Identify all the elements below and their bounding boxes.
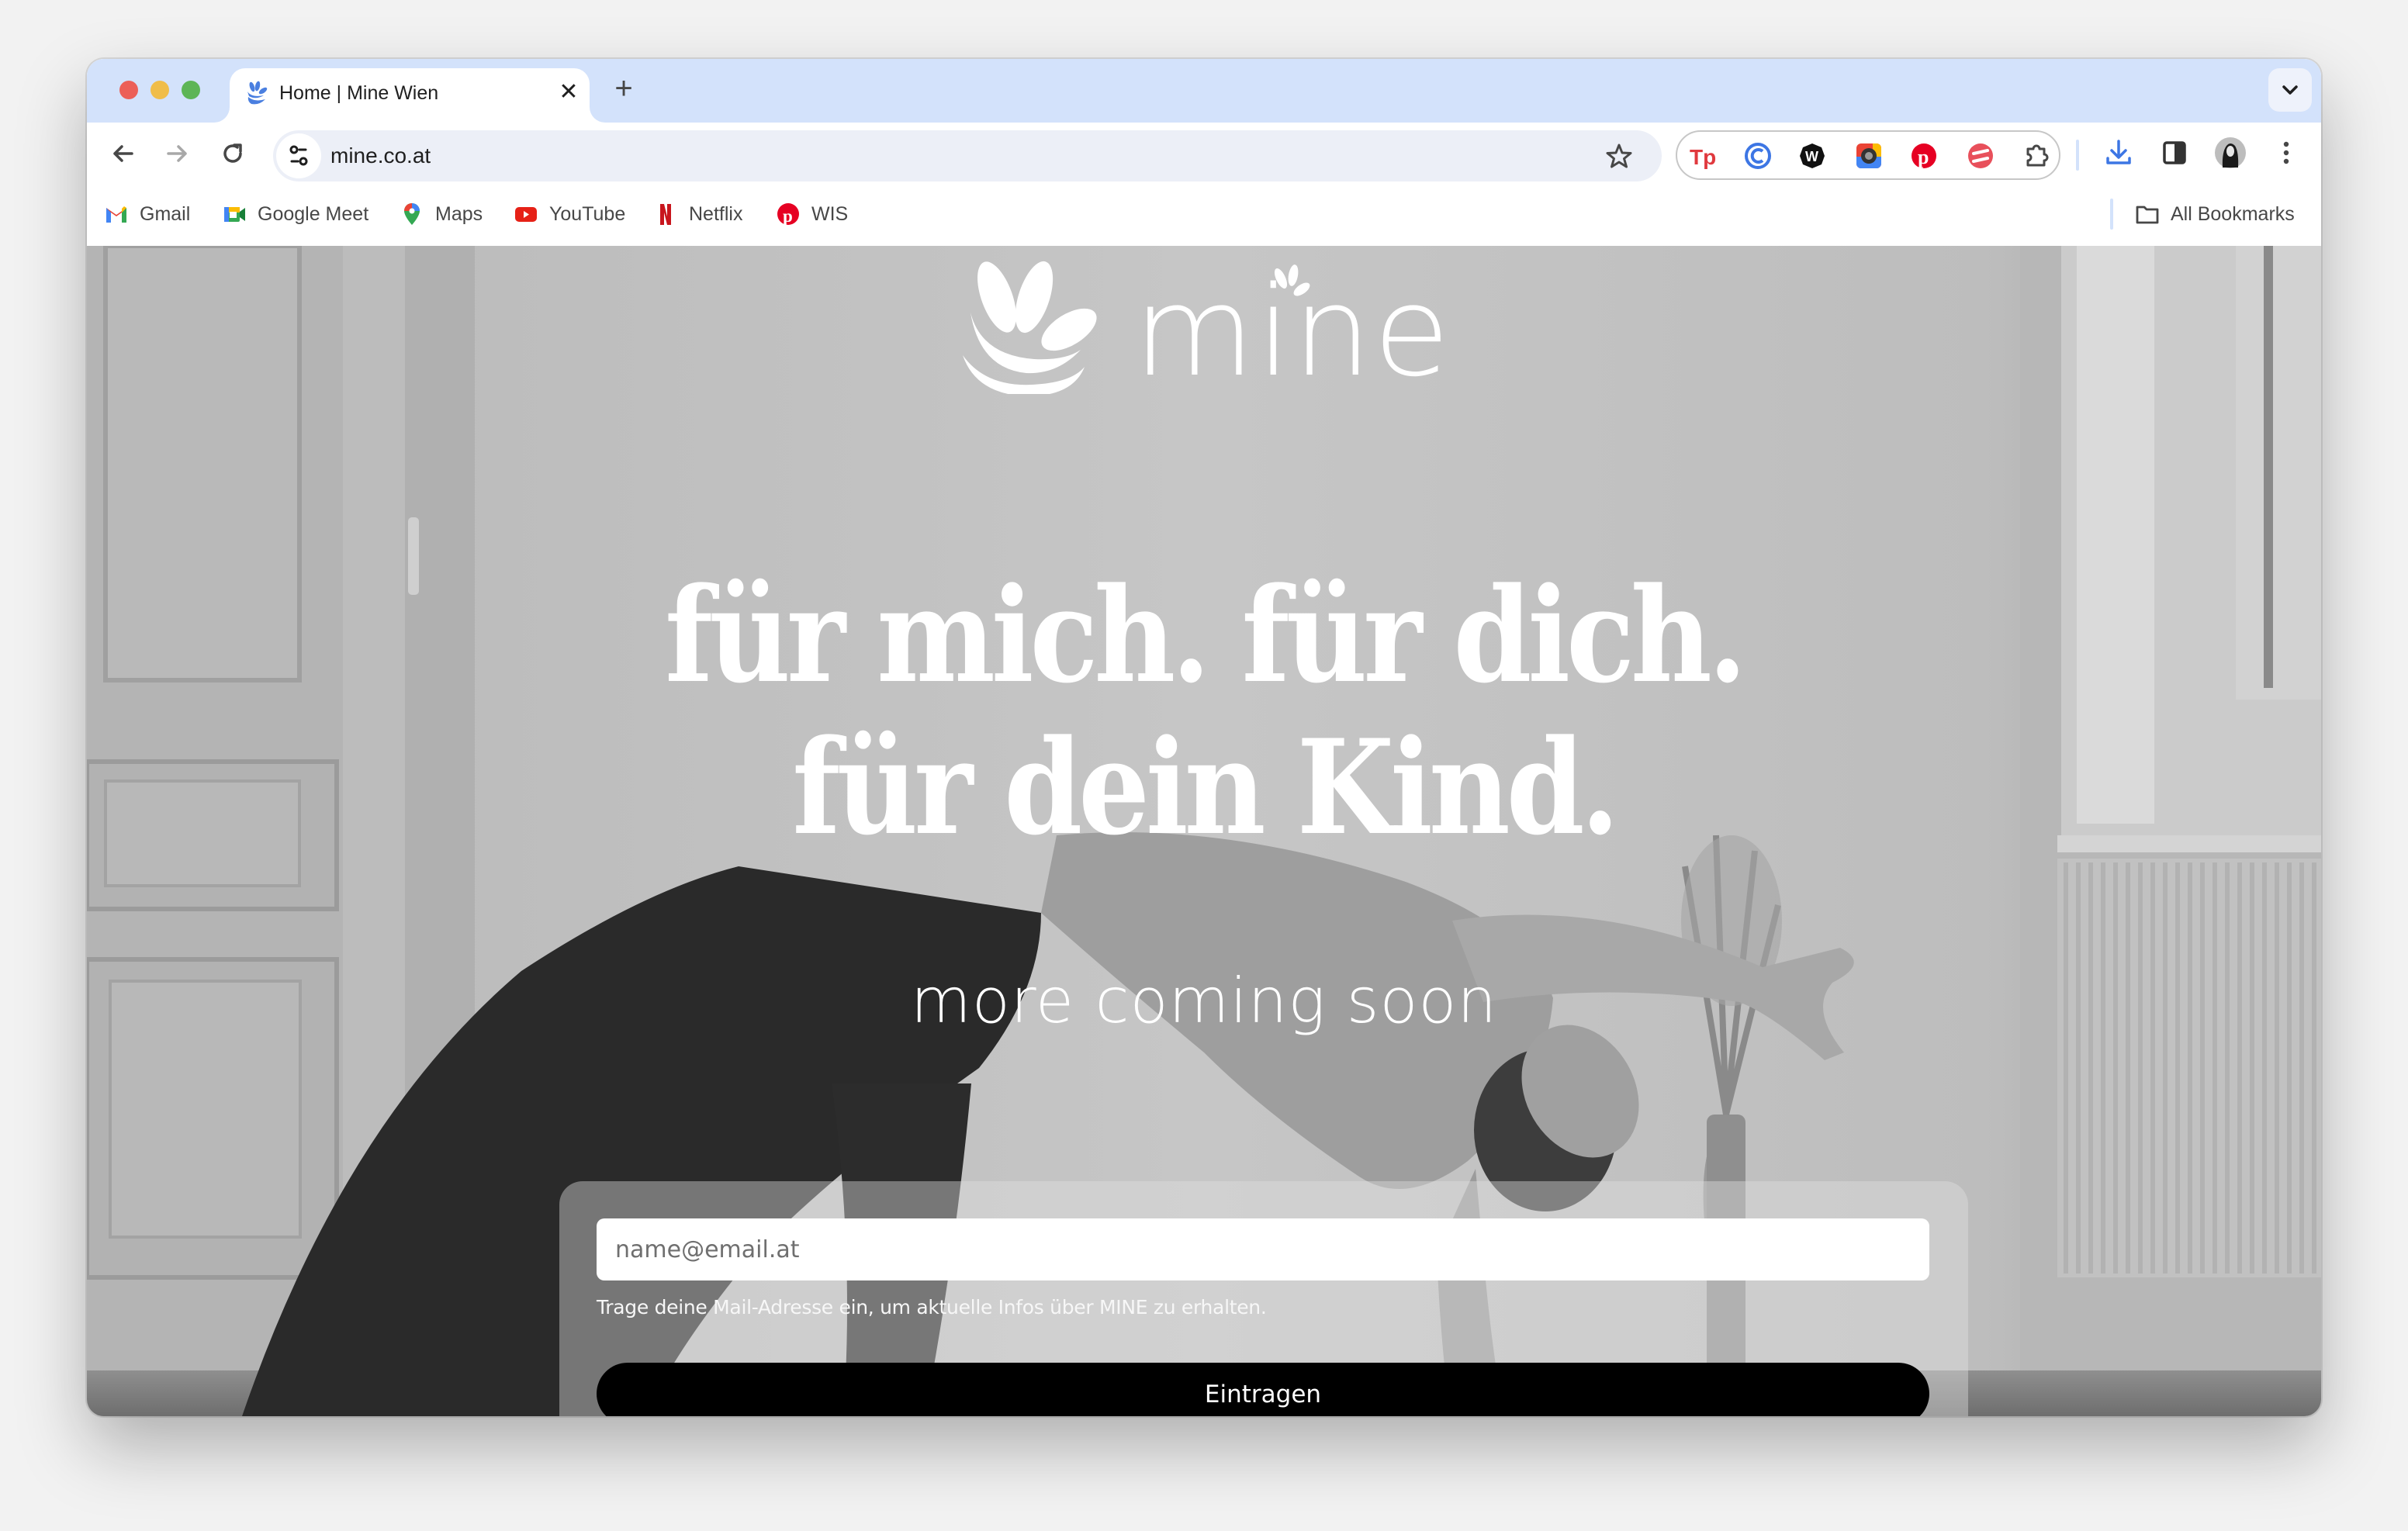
radiator-fin	[2237, 862, 2242, 1274]
radiator-fin	[2287, 862, 2292, 1274]
profile-avatar[interactable]	[2214, 137, 2247, 169]
w-extension-icon[interactable]: W	[1797, 141, 1827, 171]
toolbar: mine.co.at Tp W p	[87, 123, 2321, 183]
google-meet-icon	[224, 207, 245, 222]
radiator-fin	[2126, 862, 2130, 1274]
bookmark-youtube[interactable]: YouTube	[514, 199, 625, 230]
bookmark-wis[interactable]: p WIS	[776, 199, 848, 230]
svg-text:p: p	[783, 206, 793, 226]
all-bookmarks-button[interactable]: All Bookmarks	[2135, 199, 2295, 230]
bookmark-maps[interactable]: Maps	[400, 199, 483, 230]
svg-text:Tp: Tp	[1690, 145, 1716, 169]
pinterest-icon: p	[777, 203, 799, 226]
bookmark-netflix[interactable]: Netflix	[653, 199, 742, 230]
email-input[interactable]	[597, 1218, 1929, 1280]
folder-icon	[2136, 206, 2159, 224]
bookmarks-bar: Gmail Google Meet Maps YouTube Netflix p…	[87, 183, 2321, 247]
close-icon[interactable]: ✕	[555, 79, 582, 105]
pinterest-extension-icon[interactable]: p	[1909, 141, 1939, 171]
radiator-fin	[2250, 862, 2254, 1274]
radiator-fin	[2150, 862, 2155, 1274]
youtube-icon	[515, 207, 537, 222]
chevron-down-icon	[2282, 85, 2298, 95]
site-info-button[interactable]	[276, 133, 321, 178]
toolbar-separator	[2076, 140, 2079, 171]
maps-icon	[404, 203, 420, 225]
radiator-fin	[2299, 862, 2304, 1274]
radiator-fin	[2312, 862, 2316, 1274]
zoom-window-button[interactable]	[182, 81, 200, 99]
side-panel-icon[interactable]	[2158, 137, 2191, 169]
radiator-fin	[2138, 862, 2143, 1274]
gmail-icon	[106, 206, 126, 223]
radiator-fin	[2076, 862, 2081, 1274]
radiator-fin	[2101, 862, 2105, 1274]
svg-text:W: W	[1805, 149, 1818, 164]
tab-search-button[interactable]	[2268, 68, 2312, 112]
email-helper-text: Trage deine Mail-Adresse ein, um aktuell…	[597, 1296, 1267, 1318]
page-content: mine für mich. für dich. für dein Kind. …	[87, 246, 2321, 1416]
radiator-fin	[2064, 862, 2068, 1274]
radiator-fin	[2188, 862, 2192, 1274]
url-text[interactable]: mine.co.at	[330, 143, 431, 169]
c-extension-icon[interactable]	[1743, 141, 1773, 171]
radiator-fin	[2225, 862, 2230, 1274]
radiator-fin	[2175, 862, 2180, 1274]
camera-extension-icon[interactable]	[1854, 141, 1884, 171]
tp-extension-icon[interactable]: Tp	[1688, 141, 1718, 171]
netflix-icon	[660, 204, 671, 225]
tab-active[interactable]: Home | Mine Wien ✕	[230, 68, 590, 123]
browser-window: Home | Mine Wien ✕ + mine.co.at Tp W p G…	[87, 59, 2321, 1416]
submit-button[interactable]: Eintragen	[597, 1363, 1929, 1416]
radiator-fin	[2200, 862, 2205, 1274]
arrow-right-icon[interactable]	[162, 138, 193, 169]
radiator-fin	[2213, 862, 2217, 1274]
radiator-fin	[2113, 862, 2118, 1274]
extensions-area: Tp W p	[1676, 130, 2060, 180]
mine-leaf-icon	[247, 81, 268, 105]
close-window-button[interactable]	[119, 81, 138, 99]
newsletter-form: Trage deine Mail-Adresse ein, um aktuell…	[559, 1181, 1968, 1416]
svg-text:p: p	[1918, 146, 1929, 168]
arrow-left-icon[interactable]	[107, 138, 138, 169]
reload-icon[interactable]	[217, 138, 248, 169]
bookmark-gmail[interactable]: Gmail	[104, 199, 190, 230]
radiator-fin	[2275, 862, 2279, 1274]
mine-logo: mine	[963, 259, 1450, 394]
coming-soon-text: more coming soon	[910, 965, 1498, 1037]
tab-strip: Home | Mine Wien ✕ +	[87, 59, 2321, 123]
tune-icon	[289, 145, 308, 166]
plus-icon[interactable]: +	[608, 73, 639, 105]
star-icon[interactable]	[1604, 141, 1634, 171]
bookmarks-separator	[2110, 199, 2113, 230]
radiator-fin	[2262, 862, 2267, 1274]
bookmark-google-meet[interactable]: Google Meet	[222, 199, 368, 230]
minimize-window-button[interactable]	[150, 81, 169, 99]
headline-line-2: für dein Kind.	[792, 710, 1620, 864]
radiator-fin	[2163, 862, 2168, 1274]
stripes-extension-icon[interactable]	[1966, 141, 1995, 171]
tab-title: Home | Mine Wien	[279, 82, 439, 104]
headline-line-1: für mich. für dich.	[665, 558, 1747, 712]
address-bar[interactable]: mine.co.at	[273, 130, 1662, 181]
puzzle-icon[interactable]	[2022, 141, 2051, 171]
more-vert-icon[interactable]	[2270, 137, 2302, 169]
download-icon[interactable]	[2102, 137, 2135, 169]
radiator-fin	[2088, 862, 2093, 1274]
leaf-logo-icon	[963, 261, 1097, 394]
